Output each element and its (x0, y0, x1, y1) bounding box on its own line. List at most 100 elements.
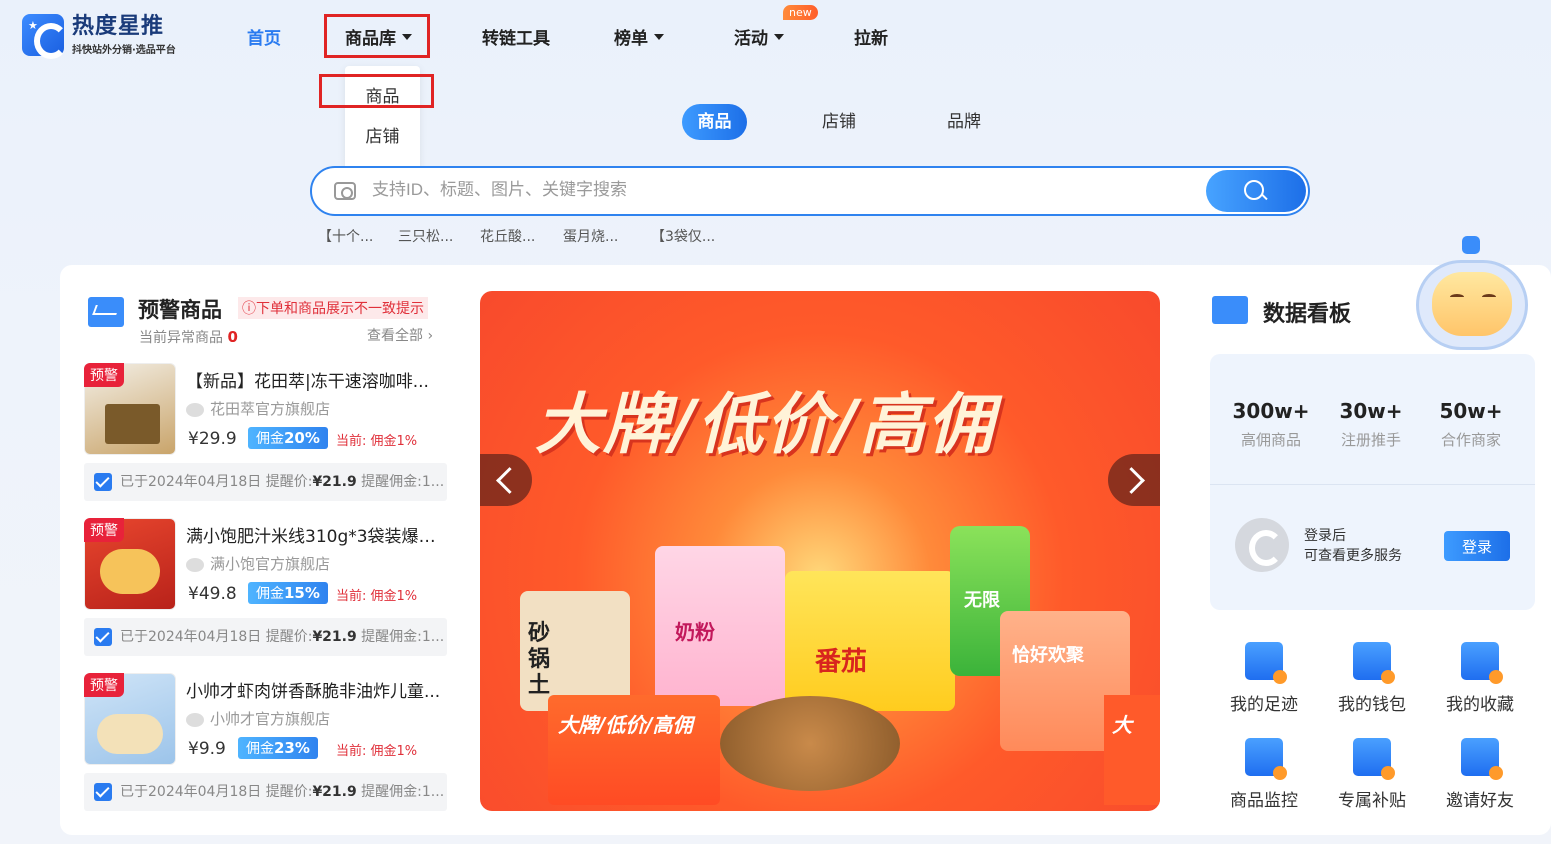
search-button[interactable] (1206, 170, 1306, 212)
commission-value: 15% (284, 584, 320, 602)
tool-label: 我的钱包 (1338, 695, 1406, 715)
carousel-next-icon[interactable] (1108, 454, 1160, 506)
banner-product-label: 番茄 (815, 647, 868, 677)
pulse-monitor-icon (1245, 738, 1287, 780)
highlight-box-nav (324, 14, 430, 58)
camera-icon[interactable] (334, 182, 356, 200)
tab-product[interactable]: 商品 (682, 104, 747, 140)
tool-invite[interactable]: 邀请好友 (1432, 738, 1528, 811)
shop-name[interactable]: 满小饱官方旗舰店 (186, 553, 330, 574)
shop-logo-icon (186, 712, 204, 727)
tab-shop[interactable]: 店铺 (822, 104, 856, 140)
nav-activity[interactable]: 活动 (734, 24, 784, 49)
commission-value: 20% (284, 429, 320, 447)
tab-brand[interactable]: 品牌 (947, 104, 981, 140)
logo[interactable]: ★ 热度星推 抖快站外分销·选品平台 (22, 13, 176, 59)
remind-row: 已于2024年04月18日 提醒价:¥21.9 提醒佣金:1... (84, 463, 447, 501)
banner-product-label: 奶粉 (675, 620, 715, 644)
footprint-icon (1245, 642, 1287, 684)
subsidy-icon (1353, 738, 1395, 780)
banner-thumbnail[interactable]: 大 (1104, 695, 1160, 805)
mini-banner-title: 大 (1112, 713, 1132, 737)
mini-banner-title: 大牌/低价/高佣 (558, 713, 693, 737)
highlight-box-dropdown (319, 74, 434, 108)
invite-chat-icon (1461, 738, 1503, 780)
warning-tag: 预警 (84, 363, 124, 387)
tool-footprint[interactable]: 我的足迹 (1216, 642, 1312, 715)
current-commission: 当前: 佣金1% (336, 589, 418, 604)
remind-date: 已于2024年04月18日 提醒价: (120, 784, 313, 800)
stat-high-commission: 300w+ 高佣商品 (1221, 399, 1321, 450)
warning-tip: ⓘ下单和商品展示不一致提示 (238, 297, 428, 319)
banner-product: 番茄 (785, 571, 955, 711)
search-bar (310, 166, 1310, 216)
abnormal-count: 当前异常商品 0 (139, 327, 238, 347)
commission-label: 佣金 (256, 431, 284, 447)
hot-keyword[interactable]: 【十个... (318, 226, 373, 246)
tool-subsidy[interactable]: 专属补贴 (1324, 738, 1420, 811)
commission-label: 佣金 (246, 741, 274, 757)
banner-thumbnail[interactable]: 大牌/低价/高佣 (548, 695, 720, 805)
tool-wallet[interactable]: 我的钱包 (1324, 642, 1420, 715)
nav-home[interactable]: 首页 (247, 24, 281, 49)
login-tip-line: 登录后 (1304, 528, 1346, 544)
banner-product-label: 砂锅土 (528, 621, 551, 698)
checkbox[interactable] (94, 473, 112, 491)
commission-value: 23% (274, 739, 310, 757)
search-input[interactable] (372, 180, 1192, 200)
chevron-down-icon (654, 34, 664, 40)
tool-monitor[interactable]: 商品监控 (1216, 738, 1312, 811)
chevron-down-icon (774, 34, 784, 40)
robot-mascot-icon[interactable] (1406, 236, 1536, 356)
remind-price: ¥21.9 (312, 784, 357, 800)
remind-row: 已于2024年04月18日 提醒价:¥21.9 提醒佣金:1... (84, 773, 447, 811)
stat-promoters: 30w+ 注册推手 (1321, 399, 1421, 450)
shop-name-text: 满小饱官方旗舰店 (210, 555, 331, 573)
product-name[interactable]: 小帅才虾肉饼香酥脆非油炸儿童... (186, 677, 449, 702)
nav-link-tool[interactable]: 转链工具 (482, 24, 550, 49)
login-tip: 登录后 可查看更多服务 (1304, 526, 1402, 566)
new-badge: new (783, 5, 818, 20)
remind-date: 已于2024年04月18日 提醒价: (120, 474, 313, 490)
banner-product: 砂锅土 (520, 591, 630, 711)
remind-price: ¥21.9 (312, 629, 357, 645)
login-button[interactable]: 登录 (1444, 531, 1510, 561)
product-name[interactable]: 【新品】花田萃|冻干速溶咖啡... (186, 367, 449, 392)
monitor-icon (88, 297, 124, 327)
stat-label: 高佣商品 (1240, 431, 1301, 449)
commission-badge: 佣金20% (248, 427, 328, 449)
dashboard-icon (1212, 296, 1248, 324)
tool-label: 我的足迹 (1230, 695, 1298, 715)
tool-favorites[interactable]: 我的收藏 (1432, 642, 1528, 715)
stat-label: 注册推手 (1340, 431, 1401, 449)
carousel-prev-icon[interactable] (480, 454, 532, 506)
shop-name[interactable]: 花田萃官方旗舰店 (186, 398, 330, 419)
warning-tip-text: 下单和商品展示不一致提示 (256, 301, 424, 317)
warning-tag: 预警 (84, 518, 124, 542)
hot-keyword[interactable]: 【3袋仅... (651, 226, 715, 246)
stat-value: 30w+ (1339, 399, 1403, 423)
logo-subtitle: 抖快站外分销·选品平台 (72, 44, 176, 56)
hot-keyword[interactable]: 蛋月烧... (563, 226, 618, 246)
hot-keyword[interactable]: 三只松... (398, 226, 453, 246)
current-commission: 当前: 佣金1% (336, 744, 418, 759)
dropdown-item-shop[interactable]: 店铺 (345, 122, 420, 147)
dashboard-card: 300w+ 高佣商品 30w+ 注册推手 50w+ 合作商家 登录后 可查看更多… (1210, 354, 1535, 610)
stat-value: 300w+ (1232, 399, 1310, 423)
promo-banner[interactable]: 大牌/低价/高佣 奶粉 砂锅土 番茄 无限 恰好欢聚 大牌/低价/高佣 大 (480, 291, 1160, 811)
nav-invite[interactable]: 拉新 (854, 24, 888, 49)
product-price: ¥49.8 (188, 584, 237, 604)
shop-name[interactable]: 小帅才官方旗舰店 (186, 708, 330, 729)
stat-label: 合作商家 (1440, 431, 1501, 449)
logo-title: 热度星推 (72, 13, 165, 39)
logo-icon: ★ (22, 14, 68, 59)
checkbox[interactable] (94, 628, 112, 646)
warning-title: 预警商品 (138, 298, 222, 322)
dashboard-title: 数据看板 (1263, 302, 1352, 327)
product-name[interactable]: 满小饱肥汁米线310g*3袋装爆香... (186, 522, 449, 547)
nav-rankings[interactable]: 榜单 (614, 24, 664, 49)
checkbox[interactable] (94, 783, 112, 801)
abnormal-label: 当前异常商品 (139, 330, 223, 346)
hot-keyword[interactable]: 花丘酸... (480, 226, 535, 246)
view-all-link[interactable]: 查看全部 › (367, 325, 433, 345)
